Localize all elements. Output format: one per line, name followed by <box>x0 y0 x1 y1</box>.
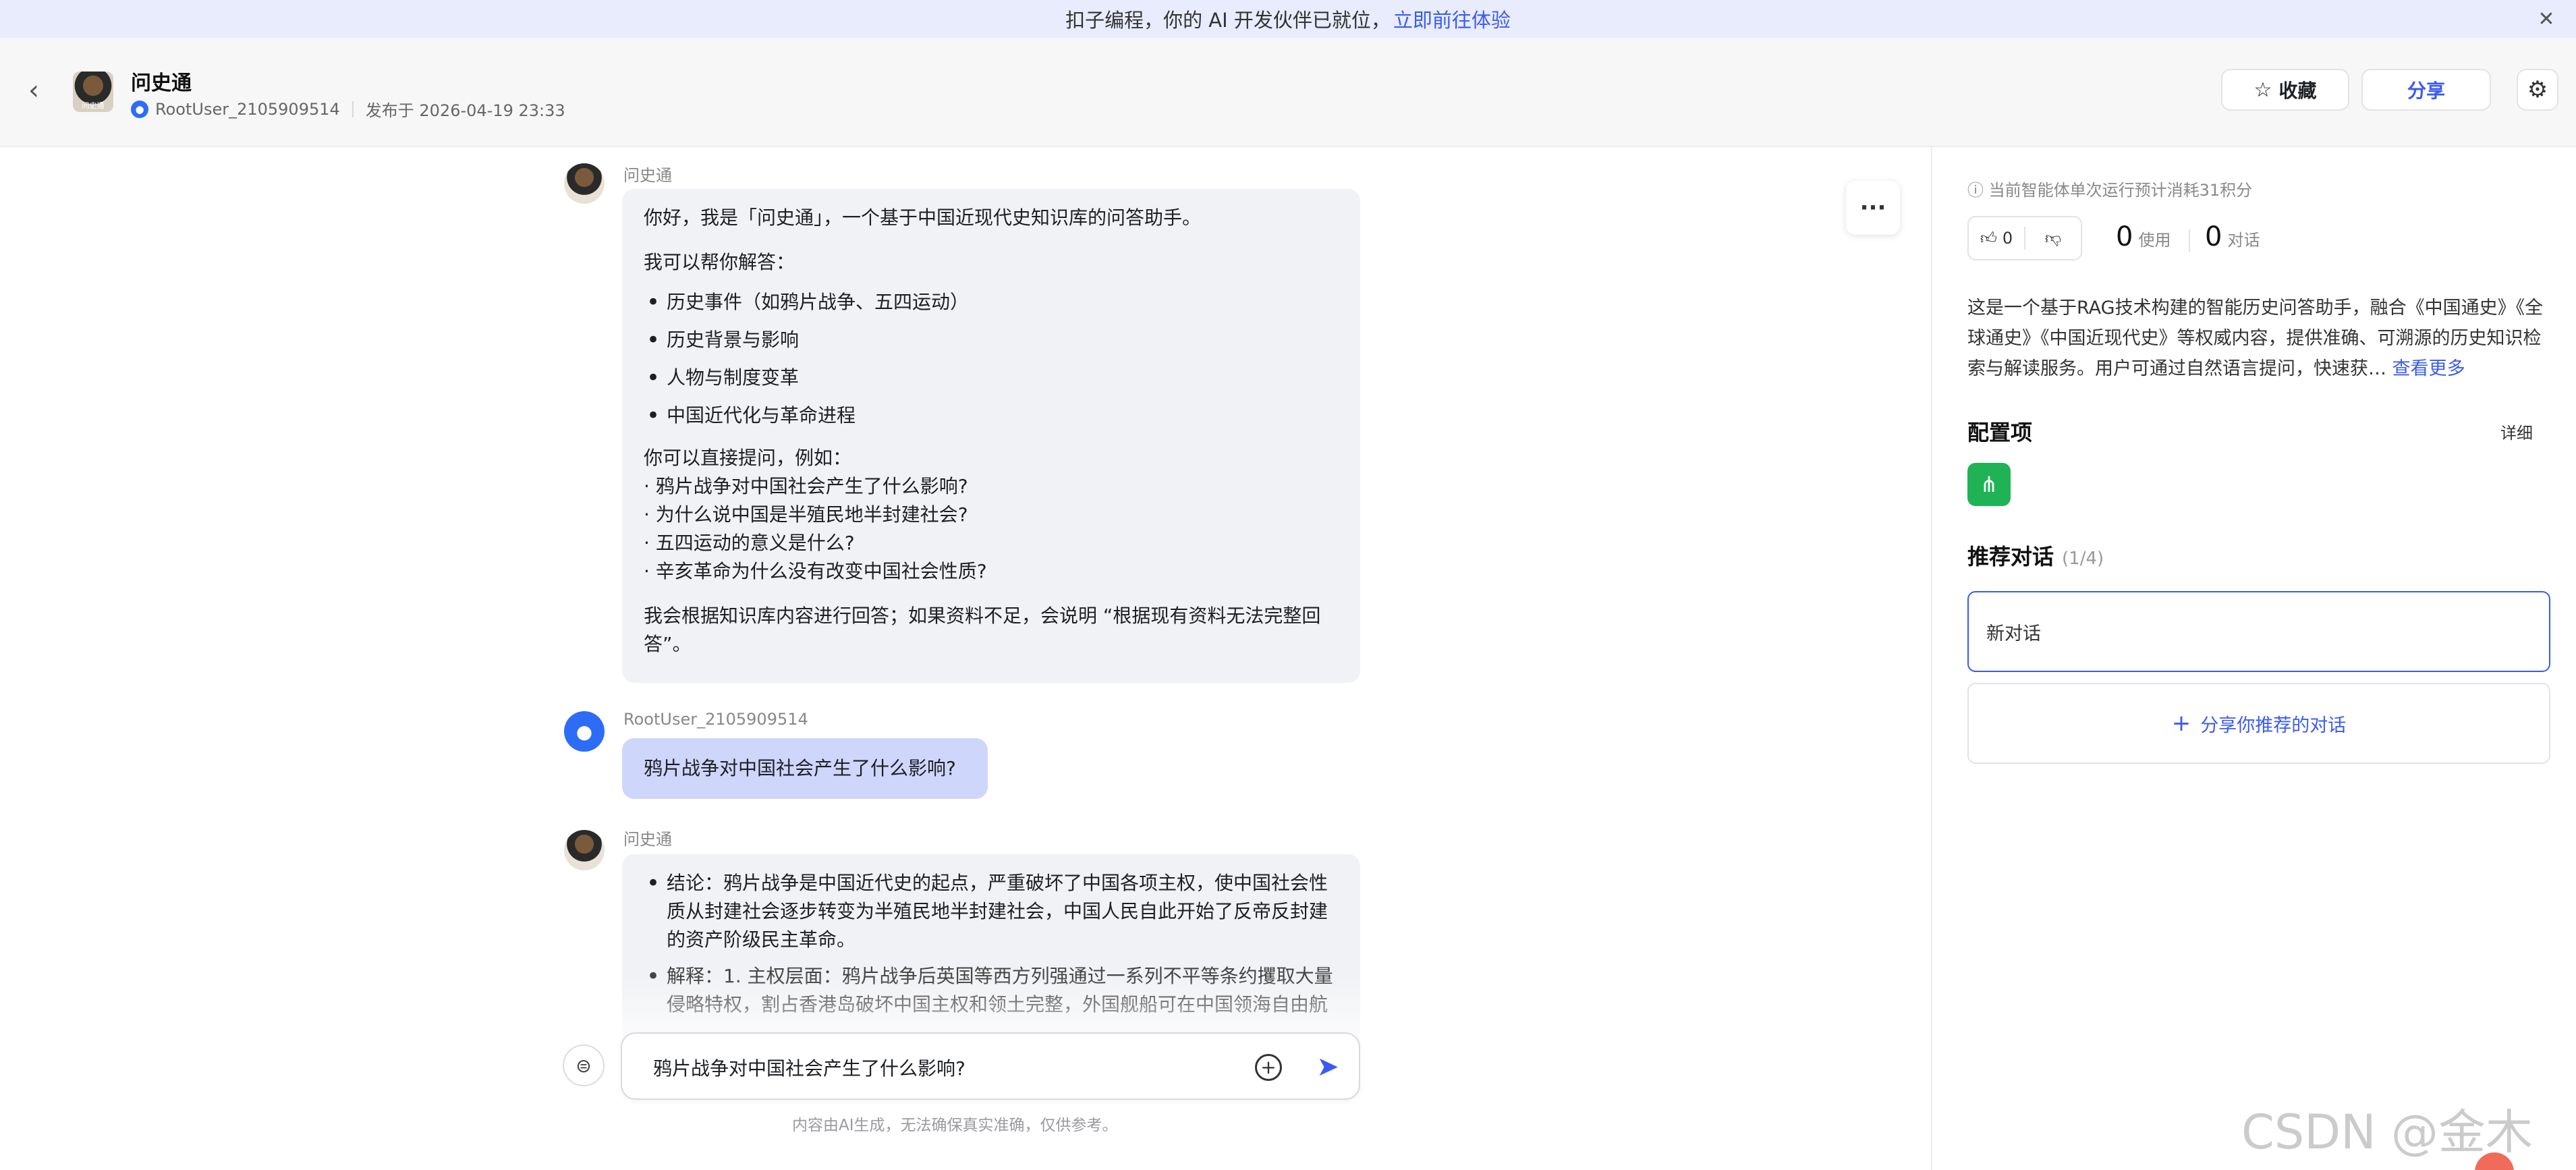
bot-info-panel: ⓘ 当前智能体单次运行预计消耗31积分 👍︎ 0 👎︎ 0 使用 0 对话 这是一… <box>1931 147 2576 1170</box>
more-options-icon[interactable]: ··· <box>1846 181 1900 235</box>
stat-divider <box>2189 229 2190 252</box>
share-recommend-label: 分享你推荐的对话 <box>2200 715 2347 736</box>
recommend-title-text: 推荐对话 <box>1967 544 2054 569</box>
answer-conclusion: 结论：鸦片战争是中国近代史的起点，严重破坏了中国各项主权，使中国社会性质从封建社… <box>644 869 1339 954</box>
bot-avatar-small <box>564 163 605 204</box>
add-attachment-icon[interactable]: + <box>1255 1054 1282 1081</box>
list-item: 人物与制度变革 <box>644 359 1339 397</box>
like-button[interactable]: 👍︎ 0 <box>1969 229 2024 248</box>
list-item: 历史背景与影响 <box>644 321 1339 359</box>
back-arrow-icon[interactable]: ‹ <box>20 75 47 106</box>
plus-icon: + <box>2171 710 2191 737</box>
list-item: 中国近代化与革命进程 <box>644 397 1339 435</box>
example-question: · 为什么说中国是半殖民地半封建社会? <box>644 503 968 526</box>
like-dislike-group: 👍︎ 0 👎︎ <box>1967 216 2082 260</box>
bot-avatar: 问史通 <box>73 72 113 112</box>
bot-title: 问史通 <box>131 72 192 95</box>
thumbs-down-icon: 👎︎ <box>2044 228 2062 248</box>
message-input[interactable]: 鸦片战争对中国社会产生了什么影响? <box>653 1054 965 1081</box>
user-icon: ● <box>131 100 148 118</box>
config-detail-link[interactable]: 详细 <box>2500 420 2533 443</box>
user-message-text: 鸦片战争对中国社会产生了什么影响? <box>644 757 956 779</box>
example-question: · 鸦片战争对中国社会产生了什么影响? <box>644 475 968 497</box>
bot-meta: ● RootUser_2105909514 发布于 2026-04-19 23:… <box>131 97 565 121</box>
conversation-stat: 0 对话 <box>2205 221 2260 252</box>
dislike-button[interactable]: 👎︎ <box>2025 229 2081 248</box>
list-item: 历史事件（如鸦片战争、五四运动） <box>644 283 1339 321</box>
favorite-label: 收藏 <box>2278 80 2317 102</box>
promo-banner: 扣子编程，你的 AI 开发伙伴已就位， 立即前往体验 ✕ <box>0 0 2576 38</box>
example-question: · 辛亥革命为什么没有改变中国社会性质? <box>644 560 987 582</box>
message-sender: 问史通 <box>623 830 672 849</box>
bot-message-bubble: 你好，我是「问史通」，一个基于中国近现代史知识库的问答助手。 我可以帮你解答： … <box>622 189 1360 683</box>
help-intro: 我可以帮你解答： <box>644 251 795 273</box>
recommended-conversation-label: 新对话 <box>1986 623 2041 644</box>
banner-text: 扣子编程，你的 AI 开发伙伴已就位， <box>1065 9 1391 32</box>
conversation-count: 0 <box>2205 221 2222 252</box>
like-count: 0 <box>2002 229 2013 248</box>
watermark: CSDN @金木AI <box>2241 1105 2533 1170</box>
greeting-text: 你好，我是「问史通」，一个基于中国近现代史知识库的问答助手。 <box>644 206 1202 229</box>
bot-avatar-text: 问史通 <box>82 101 105 110</box>
message-sender: 问史通 <box>623 166 672 185</box>
usage-count: 0 <box>2116 221 2133 252</box>
usage-label: 使用 <box>2138 231 2171 250</box>
favorite-button[interactable]: ☆ 收藏 <box>2221 69 2349 111</box>
thumbs-up-icon: 👍︎ <box>1980 228 1997 248</box>
example-question: · 五四运动的意义是什么? <box>644 532 855 554</box>
header: ‹ 问史通 问史通 ● RootUser_2105909514 发布于 2026… <box>0 38 2576 147</box>
config-title: 配置项 <box>1967 420 2033 445</box>
chat-area: ··· 问史通 你好，我是「问史通」，一个基于中国近现代史知识库的问答助手。 我… <box>0 147 1931 1170</box>
share-label: 分享 <box>2407 80 2445 102</box>
recommend-title: 推荐对话 (1/4) <box>1967 540 2104 571</box>
see-more-link[interactable]: 查看更多 <box>2392 358 2465 379</box>
recommended-conversation[interactable]: 新对话 <box>1967 591 2550 672</box>
message-input-box[interactable]: 鸦片战争对中国社会产生了什么影响? + ➤ <box>621 1032 1360 1100</box>
closing-text: 我会根据知识库内容进行回答；如果资料不足，会说明 “根据现有资料无法完整回答”。 <box>644 605 1321 655</box>
publish-date: 发布于 2026-04-19 23:33 <box>365 101 565 120</box>
recommend-count: (1/4) <box>2062 549 2104 569</box>
message-sender: RootUser_2105909514 <box>623 710 808 729</box>
cost-note: ⓘ 当前智能体单次运行预计消耗31积分 <box>1967 181 2253 200</box>
settings-button[interactable]: ⚙ <box>2517 69 2558 111</box>
share-button[interactable]: 分享 <box>2361 69 2491 111</box>
new-conversation-icon[interactable]: ⊜ <box>563 1044 605 1086</box>
user-avatar: ● <box>564 711 605 752</box>
user-message-bubble: 鸦片战争对中国社会产生了什么影响? <box>622 738 988 799</box>
bot-description: 这是一个基于RAG技术构建的智能历史问答助手，融合《中国通史》《全球通史》《中国… <box>1967 293 2554 384</box>
author-name[interactable]: RootUser_2105909514 <box>155 100 340 119</box>
bot-avatar-small <box>564 830 605 870</box>
cost-text: 当前智能体单次运行预计消耗31积分 <box>1988 181 2253 200</box>
conversation-label: 对话 <box>2227 231 2260 250</box>
send-icon[interactable]: ➤ <box>1312 1050 1344 1084</box>
star-icon: ☆ <box>2253 78 2272 102</box>
usage-stat: 0 使用 <box>2116 221 2171 252</box>
meta-divider <box>352 101 354 117</box>
ai-disclaimer: 内容由AI生成，无法确保真实准确，仅供参考。 <box>792 1117 1118 1134</box>
share-recommend-button[interactable]: + 分享你推荐的对话 <box>1967 683 2550 764</box>
gear-icon: ⚙ <box>2527 76 2548 103</box>
workflow-icon[interactable]: ⋔ <box>1967 463 2011 506</box>
topic-list: 历史事件（如鸦片战争、五四运动） 历史背景与影响 人物与制度变革 中国近代化与革… <box>644 283 1339 435</box>
example-intro: 你可以直接提问，例如： <box>644 447 852 469</box>
close-icon[interactable]: ✕ <box>2534 7 2558 31</box>
banner-link[interactable]: 立即前往体验 <box>1393 5 1511 33</box>
